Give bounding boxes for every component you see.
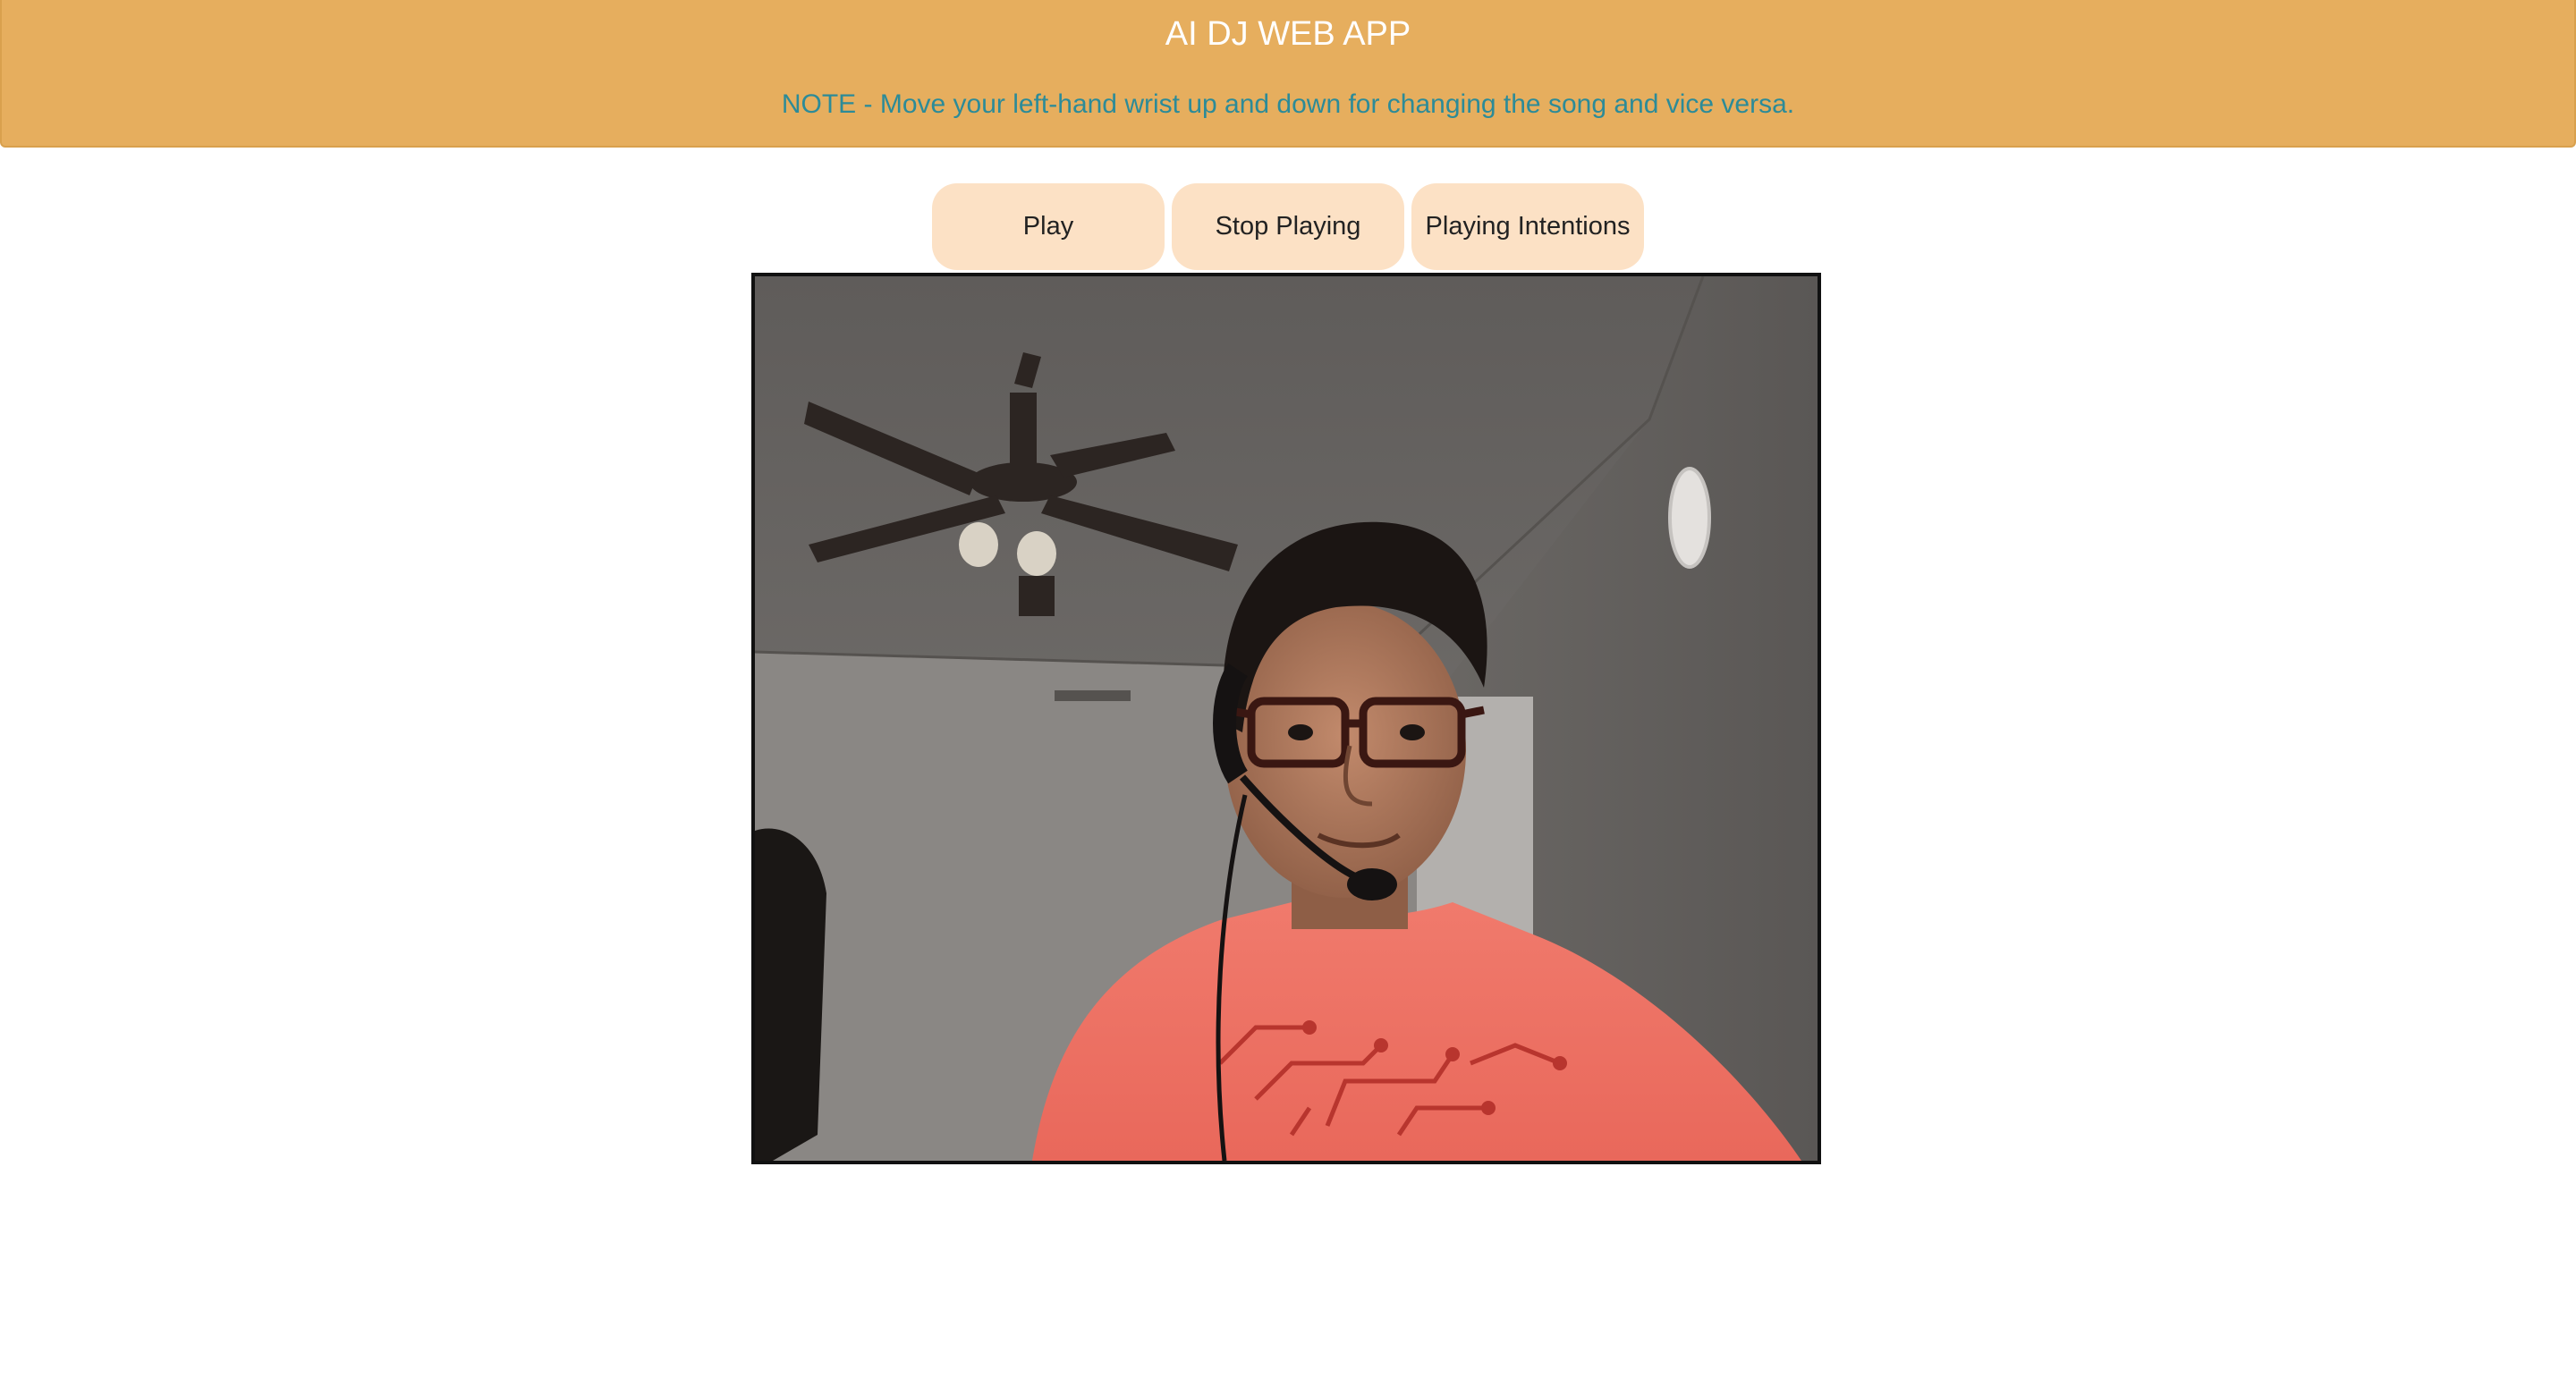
playing-intentions-button[interactable]: Playing Intentions: [1411, 183, 1644, 270]
stop-playing-button[interactable]: Stop Playing: [1172, 183, 1404, 270]
webcam-video: [751, 273, 1821, 1164]
app-header: AI DJ WEB APP NOTE - Move your left-hand…: [0, 0, 2576, 148]
webcam-scene: [755, 276, 1818, 1161]
app-title: AI DJ WEB APP: [1165, 15, 1411, 53]
playback-controls: Play Stop Playing Playing Intentions: [0, 183, 2576, 273]
instruction-note: NOTE - Move your left-hand wrist up and …: [781, 89, 1795, 119]
play-button[interactable]: Play: [932, 183, 1165, 270]
